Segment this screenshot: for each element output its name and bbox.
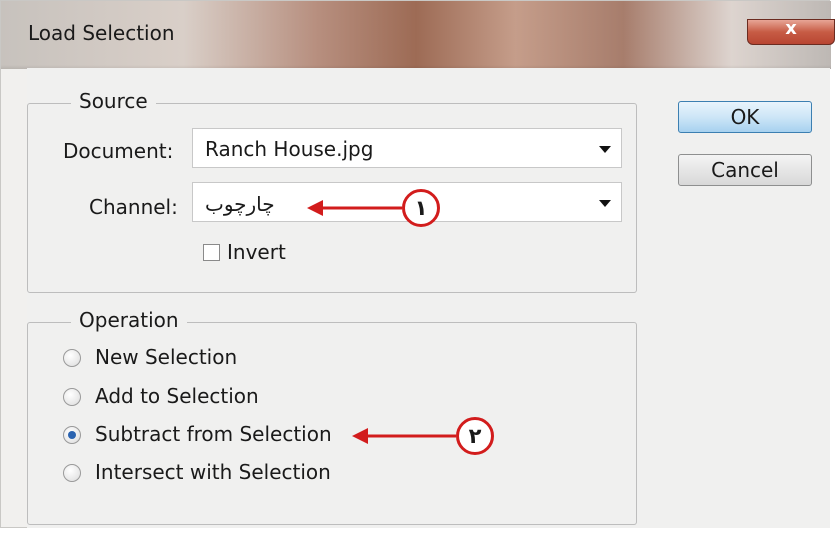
- annotation-arrows: [307, 200, 456, 444]
- annotation-marker-2: ٢: [456, 417, 494, 455]
- annotation-marker-1: ١: [402, 189, 440, 227]
- arrowhead-icon: [352, 428, 368, 444]
- arrowhead-icon: [307, 200, 323, 216]
